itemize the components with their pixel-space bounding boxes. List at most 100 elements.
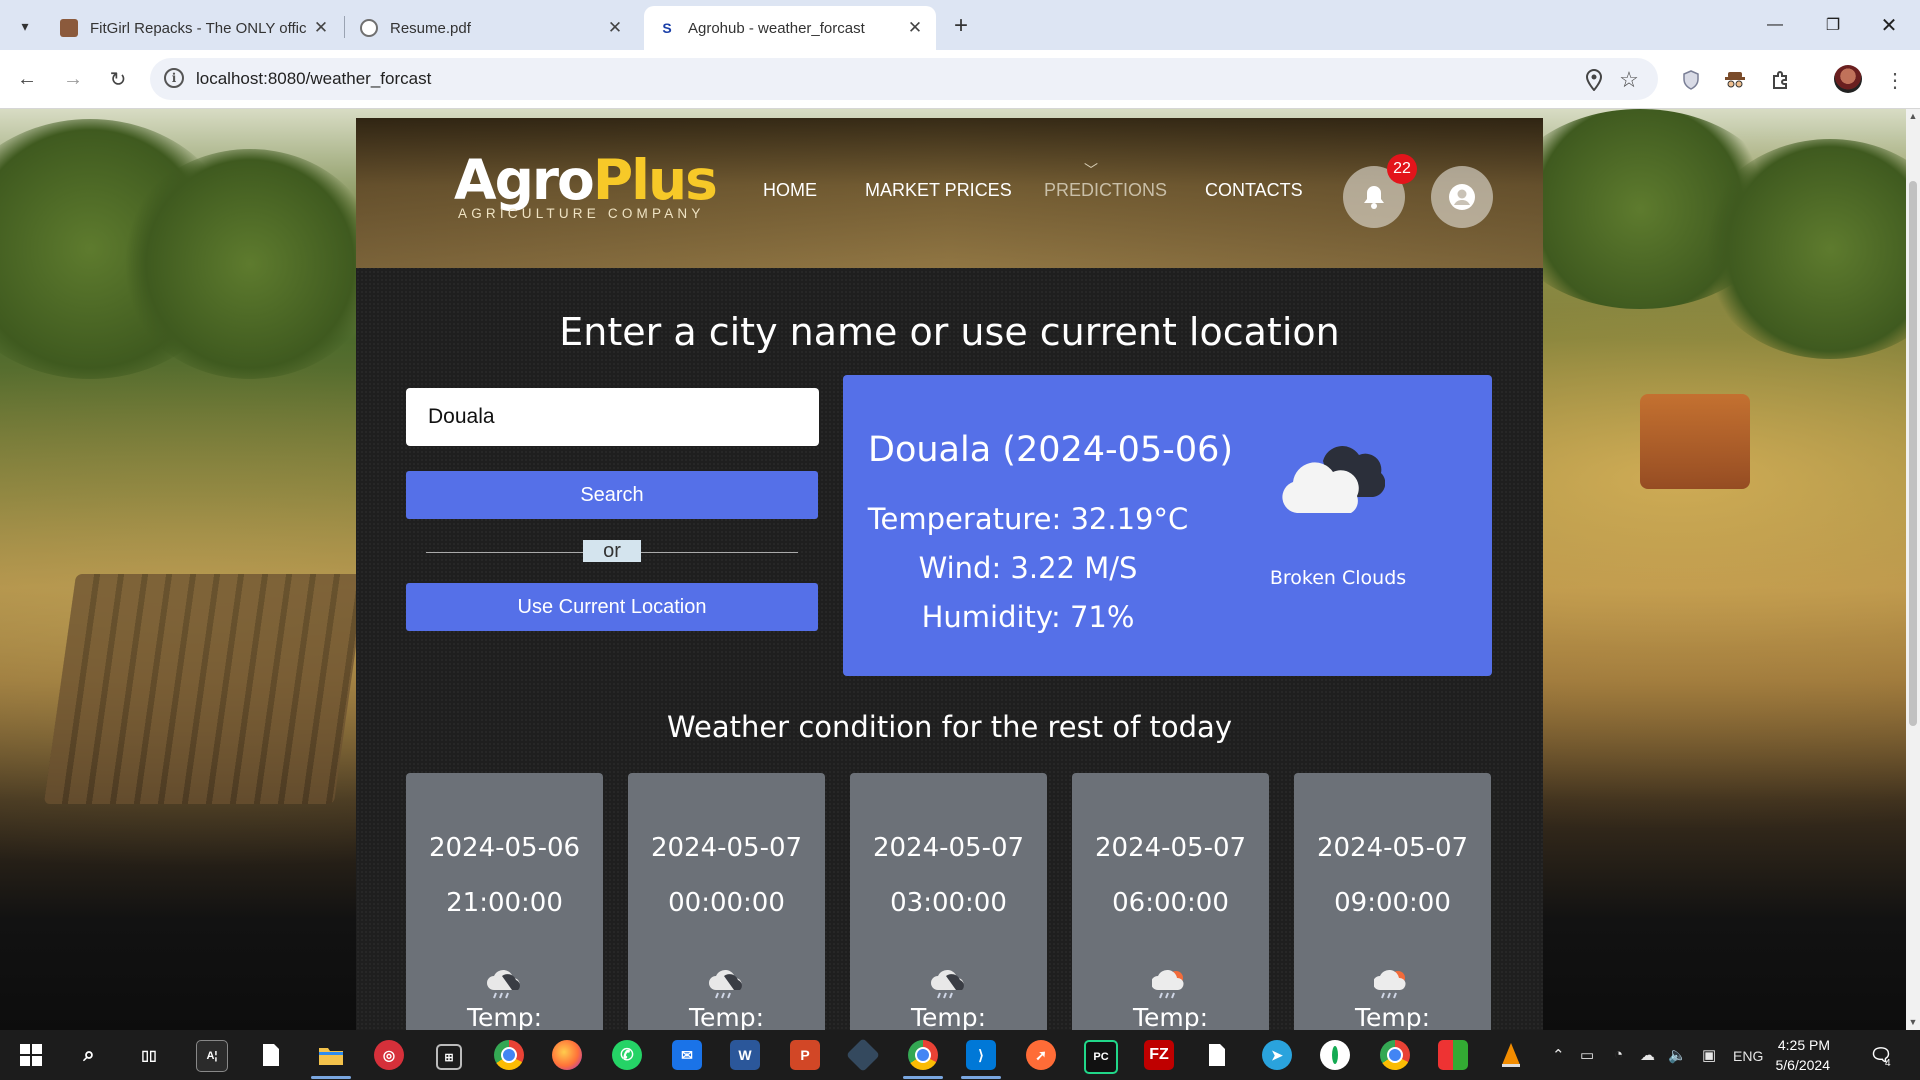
city-search-input[interactable] [406, 388, 819, 446]
new-tab-button[interactable]: + [946, 12, 976, 40]
bookmark-star-icon[interactable]: ☆ [1617, 67, 1641, 92]
forecast-date: 2024-05-06 [428, 833, 581, 863]
battery-icon[interactable]: ▭ [1580, 1046, 1594, 1064]
powerpoint-icon[interactable]: P [790, 1040, 820, 1070]
search-icon[interactable]: ⌕ [74, 1040, 104, 1070]
rain-cloud-icon [931, 969, 964, 999]
onedrive-icon[interactable]: ☁ [1640, 1046, 1655, 1064]
browser-menu-icon[interactable]: ⋮ [1880, 65, 1910, 95]
word-icon[interactable]: W [730, 1040, 760, 1070]
colorful-app-icon[interactable] [1438, 1040, 1468, 1070]
vscode-icon[interactable]: ⟩ [966, 1040, 996, 1070]
postman-icon[interactable]: ➚ [1026, 1040, 1056, 1070]
close-tab-icon[interactable]: ✕ [308, 15, 334, 41]
location-pin-icon[interactable] [1582, 68, 1606, 92]
back-button[interactable]: ← [12, 64, 42, 94]
forecast-card: 2024-05-07 06:00:00 Temp: [1072, 773, 1269, 1030]
page-scrollbar[interactable]: ▲ ▼ [1906, 109, 1920, 1030]
vlc-icon[interactable] [1496, 1040, 1526, 1070]
keyboard-app-icon[interactable]: A¦ [196, 1040, 228, 1072]
tab-fitgirl[interactable]: FitGirl Repacks - The ONLY offic ✕ [46, 6, 342, 50]
scrollbar-thumb[interactable] [1909, 181, 1917, 726]
reload-button[interactable]: ↻ [103, 64, 133, 94]
spy-extension-icon[interactable] [1720, 65, 1750, 95]
nav-market-prices[interactable]: MARKET PRICES [865, 180, 1012, 201]
windows-taskbar: ⌕ ▯▯ A¦ ◎ ⊞ ✆ ✉ W P ⟩ ➚ PC FZ ➤ ⌃ ▭ ◔ ☁ … [0, 1030, 1920, 1080]
tab-title: FitGirl Repacks - The ONLY offic [90, 19, 307, 37]
nav-predictions[interactable]: PREDICTIONS [1044, 180, 1167, 201]
forecast-card: 2024-05-06 21:00:00 Temp: [406, 773, 603, 1030]
current-humidity: Humidity: 71% [921, 600, 1135, 634]
logo-tagline: AGRICULTURE COMPANY [458, 206, 705, 221]
close-tab-icon[interactable]: ✕ [902, 15, 928, 41]
profile-avatar[interactable] [1834, 65, 1862, 93]
chevron-down-icon: ﹀ [1084, 162, 1098, 178]
tab-search-button[interactable]: ▾ [10, 12, 40, 40]
current-description: Broken Clouds [1269, 567, 1407, 589]
filezilla-icon[interactable]: FZ [1144, 1040, 1174, 1070]
tray-expand-icon[interactable]: ⌃ [1552, 1046, 1565, 1064]
user-circle-icon [1449, 184, 1475, 210]
close-window-button[interactable]: ✕ [1866, 10, 1912, 40]
document-icon[interactable] [1202, 1040, 1232, 1070]
calculator-icon[interactable]: ⊞ [436, 1044, 462, 1070]
mail-icon[interactable]: ✉ [672, 1040, 702, 1070]
whatsapp-icon[interactable]: ✆ [612, 1040, 642, 1070]
telegram-icon[interactable]: ➤ [1262, 1040, 1292, 1070]
bell-icon [1364, 186, 1384, 209]
notification-badge: 22 [1387, 154, 1417, 184]
forward-button[interactable]: → [58, 64, 88, 94]
address-bar[interactable]: i localhost:8080/weather_forcast ☆ [150, 58, 1658, 100]
forecast-card: 2024-05-07 00:00:00 Temp: [628, 773, 825, 1030]
wifi-icon[interactable]: ◔ [1614, 1046, 1623, 1063]
mongodb-icon[interactable] [1320, 1040, 1350, 1070]
agroplus-logo[interactable]: AgroPlus AGRICULTURE COMPANY [454, 148, 718, 221]
close-tab-icon[interactable]: ✕ [602, 15, 628, 41]
tab-bar: ▾ FitGirl Repacks - The ONLY offic ✕ Res… [0, 0, 1920, 50]
display-icon[interactable]: ▣ [1702, 1046, 1716, 1064]
file-explorer-icon[interactable] [316, 1040, 346, 1070]
forecast-heading: Weather condition for the rest of today [667, 710, 1232, 744]
windows-start-icon[interactable] [16, 1040, 46, 1070]
file-icon[interactable] [256, 1040, 286, 1070]
notification-center-icon[interactable]: 🗨 [1866, 1040, 1896, 1070]
extensions-puzzle-icon[interactable] [1766, 65, 1796, 95]
chrome-profile-icon[interactable] [908, 1040, 938, 1070]
restore-button[interactable]: ❐ [1810, 10, 1856, 40]
minimize-button[interactable]: — [1752, 10, 1798, 40]
forecast-date: 2024-05-07 [1094, 833, 1247, 863]
site-info-icon[interactable]: i [164, 68, 184, 88]
tab-agrohub[interactable]: S Agrohub - weather_forcast ✕ [644, 6, 936, 50]
pycharm-icon[interactable]: PC [1084, 1040, 1118, 1074]
site-header: AgroPlus AGRICULTURE COMPANY HOME MARKET… [356, 118, 1543, 268]
recorder-app-icon[interactable]: ◎ [374, 1040, 404, 1070]
forecast-time: 03:00:00 [890, 888, 1007, 918]
notification-center-count: 4 [1885, 1058, 1891, 1069]
scroll-down-icon[interactable]: ▼ [1908, 1017, 1918, 1027]
forecast-time: 00:00:00 [668, 888, 785, 918]
shield-extension-icon[interactable] [1676, 65, 1706, 95]
task-view-icon[interactable]: ▯▯ [134, 1040, 164, 1070]
tab-resume[interactable]: Resume.pdf ✕ [346, 6, 636, 50]
rain-cloud-icon [709, 969, 742, 999]
search-button[interactable]: Search [406, 471, 818, 519]
use-current-location-button[interactable]: Use Current Location [406, 583, 818, 631]
firefox-icon[interactable] [552, 1040, 582, 1070]
chrome-icon[interactable] [494, 1040, 524, 1070]
volume-icon[interactable]: 🔈 [1668, 1046, 1687, 1064]
background-crate [43, 574, 367, 804]
or-label: or [583, 540, 641, 562]
user-account-button[interactable] [1431, 166, 1493, 228]
scroll-up-icon[interactable]: ▲ [1908, 111, 1918, 121]
clock-time: 4:25 PM [1777, 1037, 1830, 1053]
virtualbox-icon[interactable] [846, 1038, 880, 1072]
chrome-alt-icon[interactable] [1380, 1040, 1410, 1070]
agroplus-site: AgroPlus AGRICULTURE COMPANY HOME MARKET… [356, 118, 1543, 1030]
current-wind: Wind: 3.22 M/S [918, 551, 1138, 585]
tab-title: Resume.pdf [390, 19, 471, 37]
system-clock[interactable]: 4:25 PM 5/6/2024 [1754, 1035, 1831, 1075]
nav-contacts[interactable]: CONTACTS [1205, 180, 1303, 201]
clock-date: 5/6/2024 [1775, 1057, 1831, 1073]
nav-home[interactable]: HOME [763, 180, 817, 201]
logo-word-plus: Plus [592, 148, 718, 212]
